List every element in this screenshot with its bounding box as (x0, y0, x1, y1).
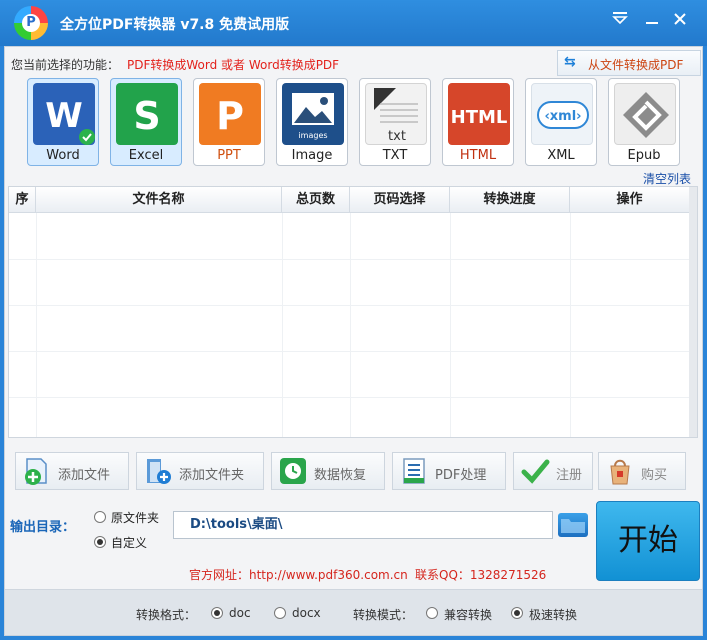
format-label: 转换格式： (136, 608, 197, 622)
format-tile-image[interactable]: images Image (276, 78, 348, 166)
table-header: 序 文件名称 总页数 页码选择 转换进度 操作 (9, 187, 689, 213)
browse-folder-icon[interactable] (558, 513, 588, 537)
xml-icon: ‹xml› (531, 83, 593, 145)
conversion-options-bar: 转换格式： doc docx 转换模式： 兼容转换 极速转换 (5, 589, 702, 635)
row-divider (9, 259, 689, 260)
data-recovery-button[interactable]: 数据恢复 (271, 452, 385, 490)
column-divider (450, 213, 451, 437)
svg-text:‹xml›: ‹xml› (544, 109, 581, 124)
column-divider (570, 213, 571, 437)
current-function-label: 您当前选择的功能： (11, 58, 120, 72)
svg-text:txt: txt (388, 129, 406, 144)
format-docx-label: docx (292, 606, 321, 620)
shopping-bag-icon (605, 456, 635, 486)
format-tile-word[interactable]: W Word (27, 78, 99, 166)
column-divider (36, 213, 37, 437)
format-tile-excel[interactable]: S Excel (110, 78, 182, 166)
svg-text:S: S (133, 94, 160, 138)
format-doc-radio[interactable] (211, 607, 223, 619)
app-logo-icon: P (14, 6, 48, 40)
mode-compat-label: 兼容转换 (444, 608, 493, 622)
official-website-link[interactable]: 官方网址：http://www.pdf360.com.cn (189, 566, 408, 583)
column-header-action: 操作 (616, 192, 643, 207)
format-tile-xml[interactable]: ‹xml› XML (525, 78, 597, 166)
output-directory-label: 输出目录： (10, 520, 76, 535)
svg-text:images: images (298, 131, 327, 140)
svg-text:HTML: HTML (451, 107, 508, 128)
add-file-button[interactable]: 添加文件 (15, 452, 129, 490)
from-file-to-pdf-button[interactable]: ⇆ 从文件转换成PDF (557, 50, 701, 76)
current-function-value: PDF转换成Word 或者 Word转换成PDF (127, 58, 340, 72)
window-title: 全方位PDF转换器 v7.8 免费试用版 (60, 17, 290, 33)
minimize-icon[interactable] (640, 9, 664, 33)
column-divider (282, 213, 283, 437)
svg-text:P: P (216, 94, 244, 138)
buy-button[interactable]: 购买 (598, 452, 686, 490)
column-header-filename: 文件名称 (36, 187, 282, 213)
original-folder-label: 原文件夹 (111, 511, 160, 525)
column-header-pages: 总页数 (282, 187, 350, 213)
pdf-process-button[interactable]: PDF处理 (392, 452, 506, 490)
clear-list-link[interactable]: 清空列表 (643, 170, 691, 187)
mode-compat-radio[interactable] (426, 607, 438, 619)
contact-qq-text: 联系QQ：1328271526 (415, 568, 547, 582)
row-divider (9, 305, 689, 306)
register-button[interactable]: 注册 (513, 452, 593, 490)
checkmark-icon (520, 456, 550, 486)
excel-icon: S (116, 83, 178, 145)
mode-fast-label: 极速转换 (529, 608, 578, 622)
format-tile-ppt[interactable]: P PPT (193, 78, 265, 166)
dropdown-icon[interactable] (608, 9, 632, 33)
original-folder-radio[interactable] (94, 511, 106, 523)
pdf-document-icon (399, 456, 429, 486)
column-header-index: 序 (9, 187, 36, 213)
format-tile-html[interactable]: HTML HTML (442, 78, 514, 166)
image-icon: images (282, 83, 344, 145)
recovery-clock-icon (278, 456, 308, 486)
swap-arrows-icon: ⇆ (564, 54, 576, 70)
add-folder-icon (143, 456, 173, 486)
mode-fast-radio[interactable] (511, 607, 523, 619)
epub-icon (614, 83, 676, 145)
row-divider (9, 351, 689, 352)
column-divider (350, 213, 351, 437)
svg-text:W: W (45, 96, 83, 136)
column-header-progress: 转换进度 (450, 187, 570, 213)
custom-folder-label: 自定义 (111, 536, 148, 550)
ppt-icon: P (199, 83, 261, 145)
html-icon: HTML (448, 83, 510, 145)
format-tile-txt[interactable]: txt TXT (359, 78, 431, 166)
close-icon[interactable] (668, 9, 692, 33)
main-panel: 您当前选择的功能： PDF转换成Word 或者 Word转换成PDF ⇆ 从文件… (4, 46, 703, 636)
file-table: 序 文件名称 总页数 页码选择 转换进度 操作 (8, 186, 698, 438)
add-file-icon (22, 456, 52, 486)
format-doc-label: doc (229, 606, 251, 620)
title-bar: P 全方位PDF转换器 v7.8 免费试用版 (0, 0, 707, 46)
output-path-field[interactable]: D:\tools\桌面\ (173, 511, 553, 539)
mode-label: 转换模式： (353, 608, 414, 622)
custom-folder-radio[interactable] (94, 536, 106, 548)
add-folder-button[interactable]: 添加文件夹 (136, 452, 264, 490)
vertical-scrollbar[interactable] (689, 187, 697, 437)
format-docx-radio[interactable] (274, 607, 286, 619)
word-icon: W (33, 83, 95, 145)
start-button[interactable]: 开始 (596, 501, 700, 581)
row-divider (9, 397, 689, 398)
format-tile-epub[interactable]: Epub (608, 78, 680, 166)
txt-icon: txt (365, 83, 427, 145)
column-header-page-select: 页码选择 (350, 187, 450, 213)
app-window: P 全方位PDF转换器 v7.8 免费试用版 您当前选择的功能： PDF转换成W… (0, 0, 707, 640)
